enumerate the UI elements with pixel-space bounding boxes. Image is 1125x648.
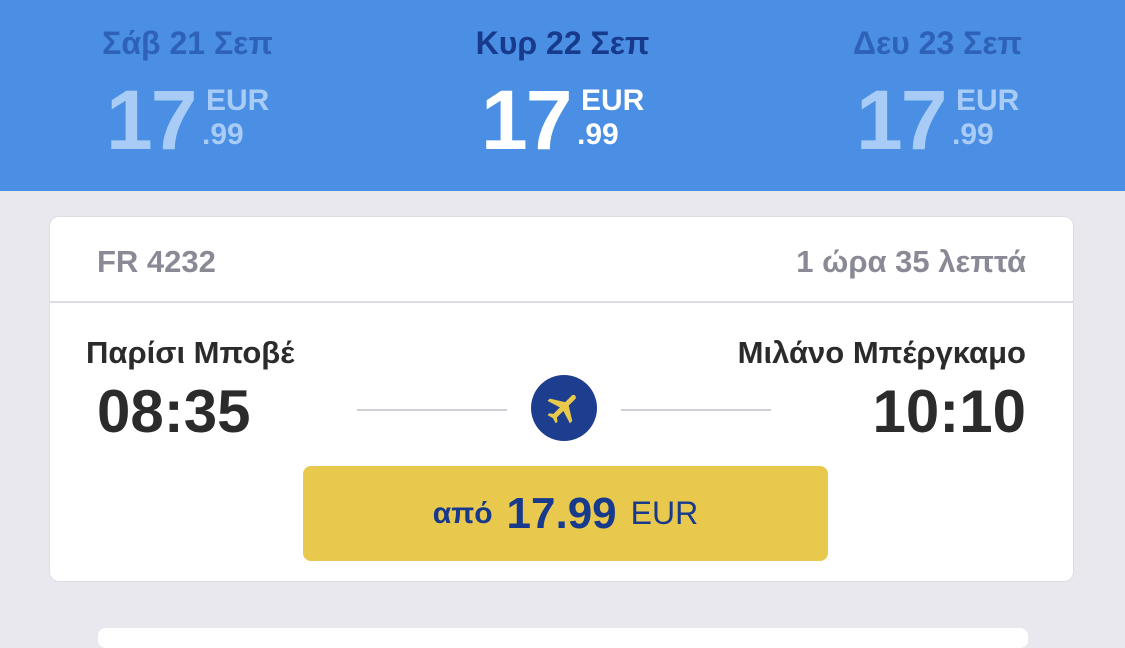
- price-integer: 17: [856, 73, 947, 167]
- price-integer: 17: [106, 73, 197, 167]
- flight-duration: 1 ώρα 35 λεπτά: [796, 244, 1026, 279]
- price-decimals: .99: [202, 118, 244, 151]
- next-flight-card[interactable]: [98, 628, 1028, 648]
- price-integer: 17: [481, 73, 572, 167]
- fare-amount: 17.99: [506, 488, 617, 538]
- date-selector: Σάβ 21 Σεπ 17 EUR .99 Κυρ 22 Σεπ 17 EUR …: [0, 0, 1125, 191]
- flight-number: FR 4232: [97, 244, 216, 279]
- flight-card-header: FR 4232 1 ώρα 35 λεπτά: [50, 217, 1073, 303]
- flight-card[interactable]: FR 4232 1 ώρα 35 λεπτά Παρίσι Μποβέ Μιλά…: [49, 216, 1074, 582]
- date-price: 17 EUR .99: [481, 73, 651, 167]
- price-decimals: .99: [952, 118, 994, 151]
- date-price: 17 EUR .99: [106, 73, 276, 167]
- date-option-mon-23[interactable]: Δευ 23 Σεπ 17 EUR .99: [750, 0, 1125, 191]
- date-price: 17 EUR .99: [856, 73, 1026, 167]
- price-currency: EUR: [206, 84, 270, 117]
- date-option-sun-22[interactable]: Κυρ 22 Σεπ 17 EUR .99: [375, 0, 750, 191]
- arrival-time: 10:10: [872, 378, 1026, 445]
- date-label: Κυρ 22 Σεπ: [475, 25, 650, 61]
- price-decimals: .99: [577, 118, 619, 151]
- price-currency: EUR: [956, 84, 1020, 117]
- origin-city: Παρίσι Μποβέ: [86, 335, 295, 370]
- date-label: Δευ 23 Σεπ: [852, 25, 1023, 61]
- departure-time: 08:35: [97, 378, 251, 445]
- price-currency: EUR: [581, 84, 645, 117]
- date-option-sat-21[interactable]: Σάβ 21 Σεπ 17 EUR .99: [0, 0, 375, 191]
- fare-prefix: από: [432, 496, 493, 530]
- route-line-left: [357, 409, 507, 411]
- select-fare-button[interactable]: από 17.99 EUR: [303, 466, 828, 561]
- airplane-icon: [531, 375, 597, 441]
- fare-currency: EUR: [630, 495, 699, 531]
- route-line-right: [621, 409, 771, 411]
- date-label: Σάβ 21 Σεπ: [102, 25, 273, 61]
- destination-city: Μιλάνο Μπέργκαμο: [737, 335, 1026, 370]
